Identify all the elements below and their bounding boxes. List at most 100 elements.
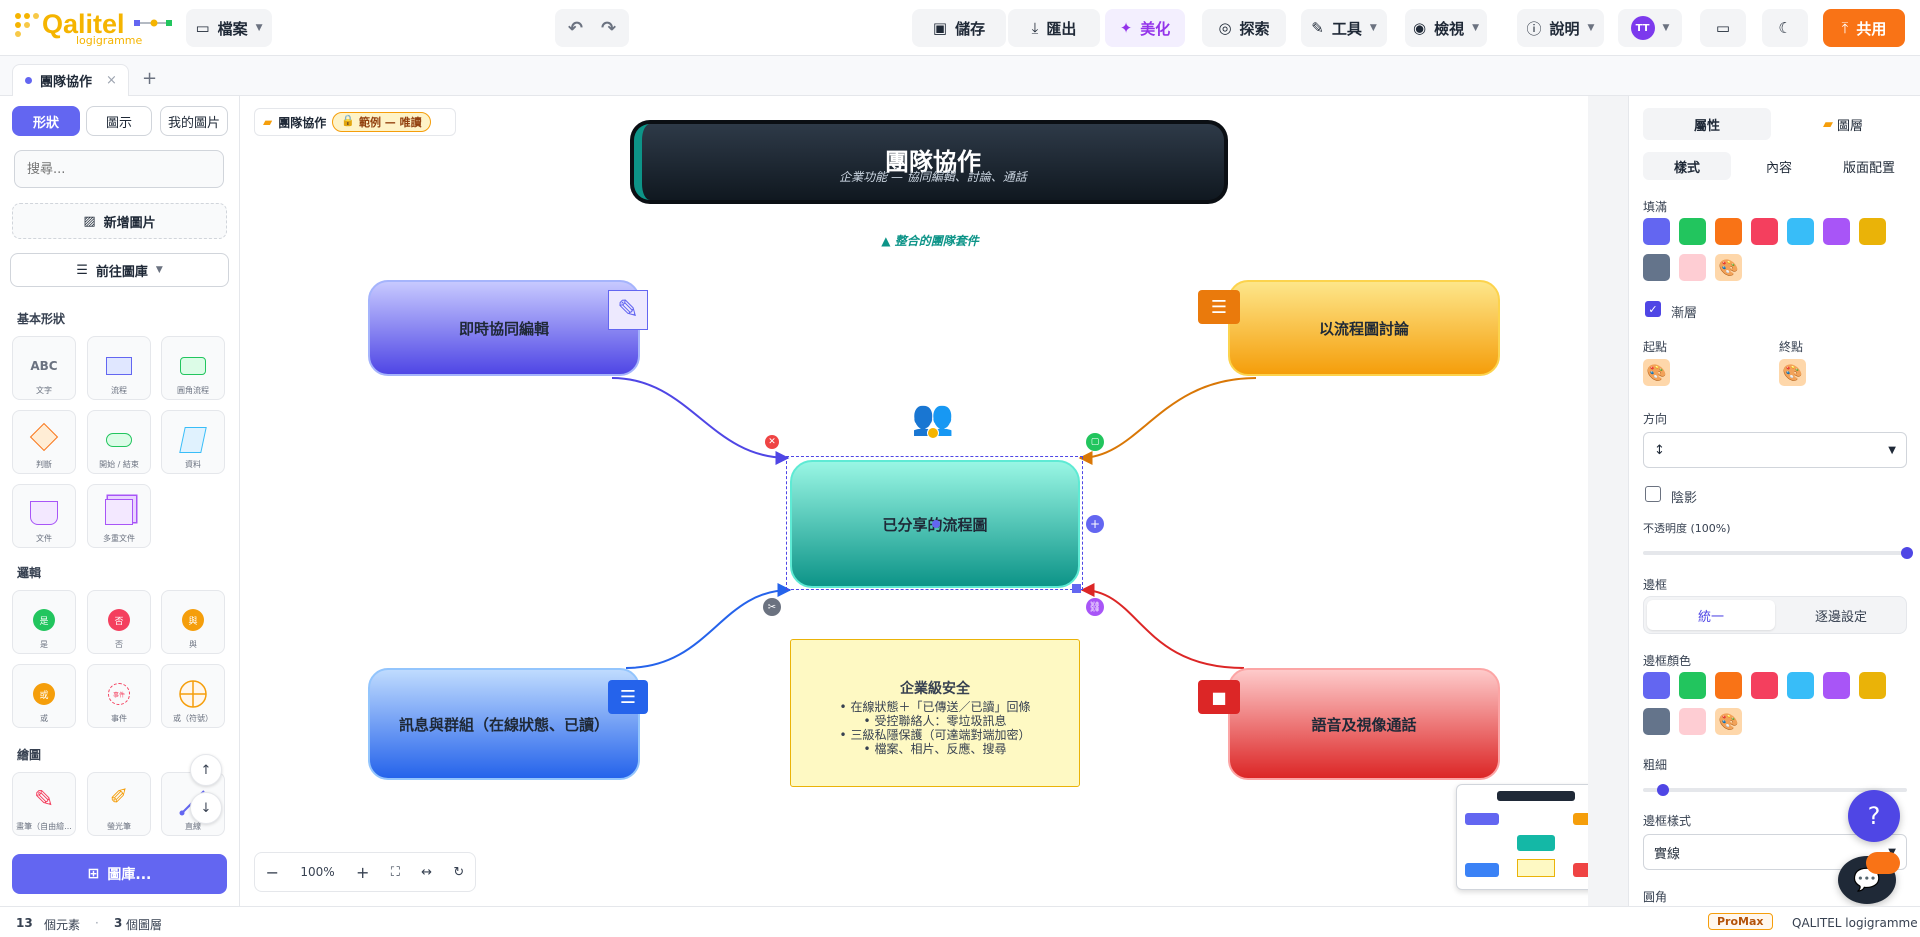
shape-multi-document[interactable]: 多重文件 [87,484,151,548]
tab-shapes[interactable]: 形狀 [12,106,80,136]
tools-menu-button[interactable]: ✎ 工具 ▼ [1301,9,1387,47]
fill-color-swatch[interactable] [1751,218,1778,245]
zoom-level[interactable]: 100% [300,865,334,879]
fill-color-swatch[interactable] [1679,254,1706,281]
fill-color-swatch[interactable] [1643,218,1670,245]
close-icon[interactable]: × [106,73,117,88]
border-color-swatch[interactable] [1859,672,1886,699]
export-button[interactable]: ⤓ 匯出 [1008,9,1100,47]
save-button[interactable]: ▣ 儲存 [912,9,1006,47]
shape-start-end[interactable]: 開始 / 結束 [87,410,151,474]
redo-icon[interactable]: ↷ [601,18,616,39]
help-fab[interactable]: ? [1848,790,1900,842]
search-input[interactable] [14,150,224,188]
border-color-swatch[interactable] [1715,672,1742,699]
tab-my-images[interactable]: 我的圖片 [160,106,228,136]
border-color-swatch[interactable] [1823,672,1850,699]
border-color-swatch[interactable] [1679,708,1706,735]
connector-discuss-center[interactable] [1078,377,1257,465]
border-color-swatch[interactable] [1643,672,1670,699]
opacity-slider[interactable] [1643,547,1913,559]
user-menu-button[interactable]: TT ▼ [1618,9,1682,47]
fit-width-icon[interactable]: ↔ [421,865,432,880]
fill-color-swatch[interactable] [1859,218,1886,245]
library-button[interactable]: ⊞ 圖庫... [12,854,227,894]
border-color-swatch[interactable] [1787,672,1814,699]
shape-process[interactable]: 流程 [87,336,151,400]
cut-handle-icon[interactable]: ✂ [763,598,781,616]
logic-and[interactable]: 與 與 [161,590,225,654]
border-color-swatch[interactable] [1679,672,1706,699]
border-mode-per-side[interactable]: 逐邊設定 [1778,600,1904,630]
tab-team-collaboration[interactable]: 團隊協作 × [12,64,129,96]
shape-document[interactable]: 文件 [12,484,76,548]
connector-edit-center[interactable] [611,377,790,465]
border-color-swatch[interactable] [1643,708,1670,735]
share-button[interactable]: ⤒ 共用 [1823,9,1905,47]
fill-color-custom-color-picker[interactable]: 🎨 [1715,254,1742,281]
draw-highlighter[interactable]: ✐ 螢光筆 [87,772,151,836]
node-flowchart-discussion[interactable]: 以流程圖討論 [1228,280,1500,376]
shape-rounded-process[interactable]: 圓角流程 [161,336,225,400]
add-connector-handle-icon[interactable]: + [1086,515,1104,533]
fit-screen-icon[interactable]: ⛶ [391,865,400,880]
shape-data[interactable]: 資料 [161,410,225,474]
fill-color-swatch[interactable] [1643,254,1670,281]
gradient-checkbox[interactable]: ✓ [1645,301,1661,317]
add-image-button[interactable]: ▨ 新增圖片 [12,203,227,239]
node-messaging-groups[interactable]: 訊息與群組（在線狀態、已讀） [368,668,640,780]
tab-properties[interactable]: 屬性 [1643,108,1771,140]
goto-library-button[interactable]: ☰ 前往圖庫 ▼ [10,253,229,287]
fill-color-swatch[interactable] [1679,218,1706,245]
tab-layers[interactable]: ▰ 圖層 [1779,108,1907,140]
opacity-slider-thumb[interactable] [1901,547,1913,559]
logic-no[interactable]: 否 否 [87,590,151,654]
border-color-custom-color-picker[interactable]: 🎨 [1715,708,1742,735]
diagram-canvas[interactable]: ▰ 團隊協作 🔒 範例 — 唯讀 團隊協作 企業功能 — 協同編輯、討論、通話 ▲… [240,96,1614,906]
shape-decision[interactable]: 判斷 [12,410,76,474]
shadow-checkbox[interactable] [1645,486,1661,502]
explore-button[interactable]: ◎ 探索 [1202,9,1286,47]
zoom-out-icon[interactable]: − [266,863,279,882]
security-note[interactable]: 企業級安全 • 在線狀態＋「已傳送／已讀」回條 • 受控聯絡人：零垃圾訊息 • … [790,639,1080,787]
delete-handle-icon[interactable]: ✕ [765,435,779,449]
title-node[interactable]: 團隊協作 企業功能 — 協同編輯、討論、通話 [630,120,1228,204]
fill-color-swatch[interactable] [1715,218,1742,245]
undo-icon[interactable]: ↶ [568,18,583,39]
logic-yes[interactable]: 是 是 [12,590,76,654]
logic-or-symbol[interactable]: 或（符號） [161,664,225,728]
app-logo[interactable]: Qalitel logigramme [14,8,184,48]
border-mode-uniform[interactable]: 統一 [1647,600,1775,630]
tab-icons[interactable]: 圖示 [86,106,152,136]
add-tab-button[interactable]: + [142,68,157,89]
draw-pen[interactable]: ✎ 畫筆（自由繪... [12,772,76,836]
dark-mode-toggle[interactable]: ☾ [1762,9,1808,47]
view-menu-button[interactable]: ◉ 檢視 ▼ [1405,9,1487,47]
subtab-style[interactable]: 樣式 [1643,152,1731,180]
present-button[interactable]: ▭ [1700,9,1746,47]
end-color-picker[interactable]: 🎨 [1779,359,1806,386]
connector-call-center[interactable] [1080,583,1245,669]
zoom-in-icon[interactable]: + [356,863,369,882]
border-color-swatch[interactable] [1751,672,1778,699]
duplicate-handle-icon[interactable]: ▢ [1086,433,1104,451]
beautify-button[interactable]: ✦ 美化 [1105,9,1185,47]
rotate-handle[interactable] [927,427,939,439]
scroll-up-button[interactable]: ↑ [190,754,222,786]
shape-text[interactable]: ABC 文字 [12,336,76,400]
link-handle-icon[interactable]: ⛓ [1086,598,1104,616]
canvas-vertical-scrollbar[interactable] [1588,96,1628,906]
thickness-slider-thumb[interactable] [1657,784,1669,796]
logic-event[interactable]: 事件 事件 [87,664,151,728]
scroll-down-button[interactable]: ↓ [190,792,222,824]
resize-handle[interactable] [1072,584,1081,593]
reset-view-icon[interactable]: ↻ [453,865,464,880]
node-voice-video-call[interactable]: 語音及視像通話 [1228,668,1500,780]
logic-or[interactable]: 或 或 [12,664,76,728]
center-anchor-handle[interactable] [932,520,940,528]
fill-color-swatch[interactable] [1823,218,1850,245]
fill-color-swatch[interactable] [1787,218,1814,245]
subtab-content[interactable]: 內容 [1735,152,1823,180]
subtab-layout[interactable]: 版面配置 [1825,152,1913,180]
direction-select[interactable]: ↕ ▼ [1643,432,1907,468]
